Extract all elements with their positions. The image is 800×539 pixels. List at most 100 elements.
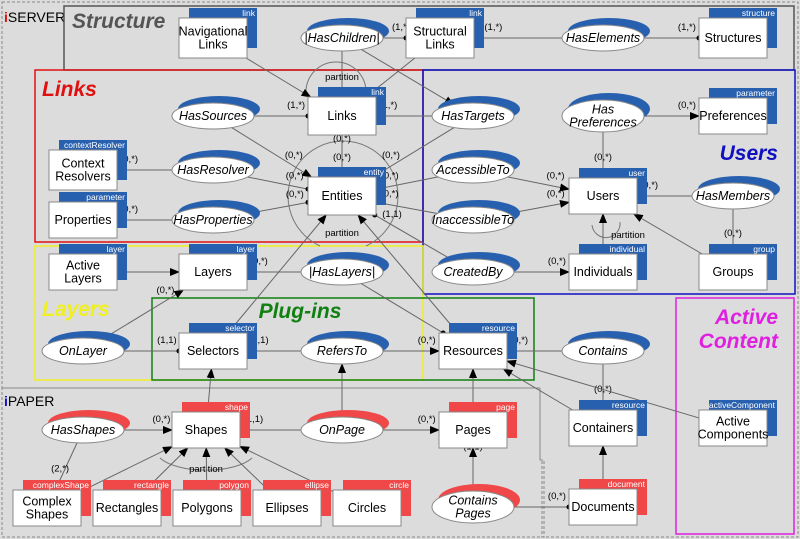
edge-accessibleto-users: (0,*) [507, 171, 570, 192]
entity-label: Users [587, 189, 620, 203]
entity-label: Documents [571, 500, 634, 514]
entity-activelayers[interactable]: layer ActiveLayers [48, 244, 127, 291]
cardinality-label: (0,*) [548, 256, 566, 267]
entity-label: Resolvers [55, 170, 111, 184]
entity-preferences[interactable]: parameter Preferences [698, 88, 777, 135]
entity-label: Containers [573, 421, 633, 435]
entity-ellipses[interactable]: ellipse Ellipses [252, 480, 331, 527]
entity-documents[interactable]: document Documents [568, 479, 647, 526]
package-name: PAPER [8, 393, 54, 409]
cardinality-label: (0,*) [156, 285, 174, 296]
er-diagram: iSERVER iPAPER Structure Links Users Layers P… [0, 0, 800, 539]
relationship-hasmembers[interactable]: HasMembers [691, 176, 780, 210]
edge-onlayer-layers: (0,*) [101, 285, 185, 340]
relationship-createdby[interactable]: CreatedBy [431, 252, 520, 286]
cardinality-label: (1,1) [382, 209, 402, 220]
relationship-label: |HasLayers| [309, 265, 375, 279]
entity-type-tag: structure [742, 8, 775, 18]
relationship-refersto[interactable]: RefersTo [300, 331, 389, 365]
entity-complexshapes[interactable]: complexShape ComplexShapes [12, 480, 91, 527]
edge-hasresolver-entities: (0,*) [247, 170, 311, 192]
entity-type-tag: link [371, 87, 385, 97]
region-title: Layers [42, 298, 110, 321]
entity-label: Layers [194, 265, 232, 279]
cardinality-label: (0,*) [547, 171, 565, 182]
relationship-onlayer[interactable]: OnLayer [41, 331, 130, 365]
entity-type-tag: activeComponent [709, 400, 776, 410]
relationship-hasshapes[interactable]: HasShapes [41, 410, 130, 444]
relationship-contains[interactable]: Contains [561, 331, 650, 365]
partition-label: partition [611, 230, 645, 241]
entity-type-tag: complexShape [33, 480, 90, 490]
edge-hassources-links: (1,*) [254, 100, 311, 119]
entity-pages[interactable]: page Pages [438, 402, 517, 449]
relationship-label: OnPage [319, 423, 365, 437]
relationship-label: Pages [455, 507, 490, 521]
relationship-haschildren[interactable]: |HasChildren| [300, 18, 389, 52]
edge-haselements-structures: (1,*) [644, 22, 702, 41]
edge-createdby-individuals: (0,*) [514, 256, 570, 276]
entity-label: Properties [55, 213, 112, 227]
entity-type-tag: contextResolver [64, 140, 125, 150]
relationship-hassources[interactable]: HasSources [171, 96, 260, 130]
entity-shapes[interactable]: shape Shapes [171, 402, 250, 449]
relationship-accessibleto[interactable]: AccessibleTo [431, 150, 520, 184]
entity-circles[interactable]: circle Circles [332, 480, 411, 527]
relationship-hasresolver[interactable]: HasResolver [171, 150, 260, 184]
entity-layers[interactable]: layer Layers [178, 244, 257, 291]
relationship-label: HasProperties [173, 213, 252, 227]
relationship-label: AccessibleTo [435, 163, 509, 177]
cardinality-label: (0,*) [547, 189, 565, 200]
cardinality-label: (2,*) [51, 464, 69, 475]
entity-links[interactable]: link Links [307, 87, 386, 136]
entity-polygons[interactable]: polygon Polygons [172, 480, 251, 527]
entity-groups[interactable]: group Groups [698, 244, 777, 291]
relationship-hastargets[interactable]: HasTargets [431, 96, 520, 130]
edge-navlinks-links [245, 57, 312, 98]
entity-navlinks[interactable]: link NavigationalLinks [178, 8, 257, 59]
cardinality-label: (0,*) [418, 414, 436, 425]
cardinality-label: (1,*) [287, 100, 305, 111]
entity-structlinks[interactable]: linkStructuralLinks [405, 8, 484, 59]
entity-ctxres[interactable]: contextResolver ContextResolvers [48, 140, 127, 191]
entity-selectors[interactable]: selector Selectors [178, 323, 257, 370]
relationship-hasproperties[interactable]: HasProperties [171, 200, 260, 234]
entity-activecomp[interactable]: activeComponent ActiveComponents [698, 400, 777, 447]
entity-label: Rectangles [96, 501, 159, 515]
entity-users[interactable]: user Users [568, 168, 647, 215]
entity-containers[interactable]: resource Containers [568, 400, 647, 447]
cardinality-label: (0,*) [285, 150, 303, 161]
entity-entities[interactable]: entity Entities [307, 167, 386, 216]
edge-refersto-resources: (0,*) [383, 335, 440, 355]
entity-label: Links [327, 109, 356, 123]
cardinality-label: (1,1) [157, 335, 177, 346]
entity-label: Ellipses [265, 501, 308, 515]
entity-label: Selectors [187, 344, 239, 358]
edge-line [245, 57, 312, 98]
cardinality-label: (0,*) [152, 414, 170, 425]
entity-type-tag: individual [610, 244, 646, 254]
region-title: Links [42, 78, 97, 101]
relationship-label: Contains [578, 344, 627, 358]
relationship-containspages[interactable]: ContainsPages [431, 484, 520, 524]
entity-properties[interactable]: parameter Properties [48, 192, 127, 239]
region-title: Content [699, 330, 779, 353]
relationship-haslayers[interactable]: |HasLayers| [300, 252, 389, 286]
entity-type-tag: parameter [736, 88, 775, 98]
relationship-inaccessibleto[interactable]: InaccessibleTo [431, 200, 520, 234]
entity-resources[interactable]: resource Resources [438, 323, 517, 370]
relationship-label: Has [592, 103, 614, 117]
package-label: iSERVER [4, 9, 65, 25]
cardinality-label: (1,*) [484, 22, 502, 33]
entity-structures[interactable]: structure Structures [698, 8, 777, 59]
entity-label: Entities [322, 189, 363, 203]
relationship-haselements[interactable]: HasElements [561, 18, 650, 52]
relationship-haspreferences[interactable]: HasPreferences [561, 93, 650, 133]
entity-individuals[interactable]: individual Individuals [568, 244, 647, 291]
entity-label: Active [66, 259, 100, 273]
entity-rectangles[interactable]: rectangle Rectangles [92, 480, 171, 527]
relationship-onpage[interactable]: OnPage [300, 410, 389, 444]
entity-type-tag: selector [225, 323, 255, 333]
relationship-label: InaccessibleTo [432, 213, 514, 227]
entity-label: Links [425, 38, 454, 52]
